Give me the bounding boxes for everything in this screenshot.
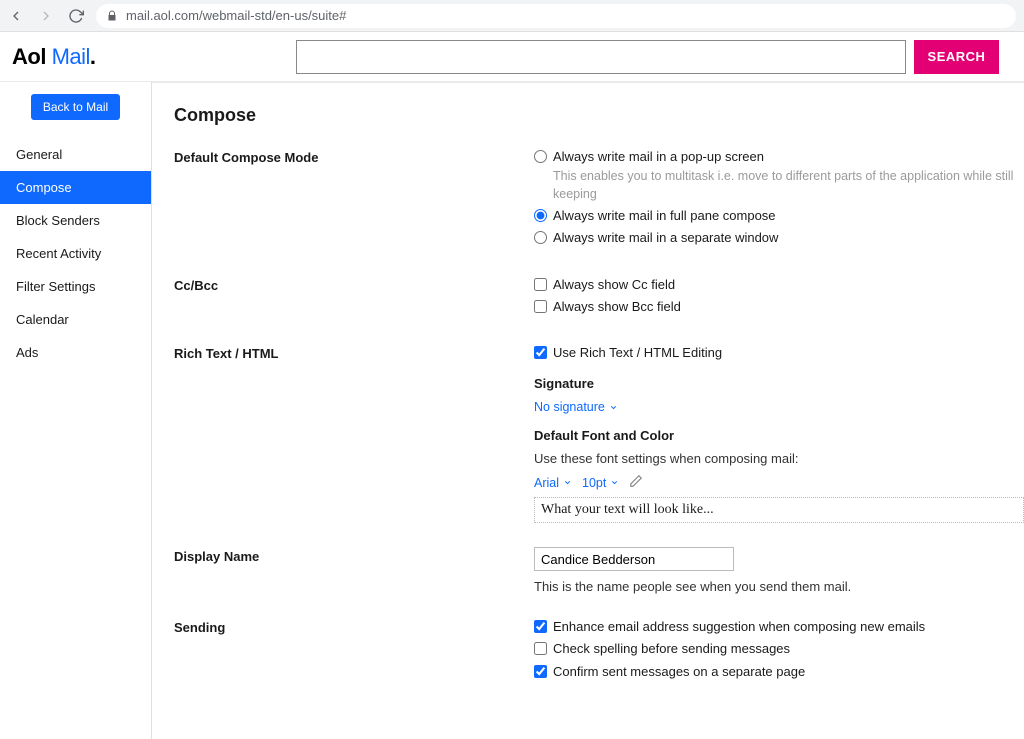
lock-icon	[106, 10, 118, 22]
chevron-down-icon	[609, 403, 618, 412]
sidebar-item-block-senders[interactable]: Block Senders	[0, 204, 151, 237]
font-family-dropdown[interactable]: Arial	[534, 476, 572, 490]
browser-chrome: mail.aol.com/webmail-std/en-us/suite#	[0, 0, 1024, 32]
sidebar-item-filter-settings[interactable]: Filter Settings	[0, 270, 151, 303]
page-title: Compose	[174, 105, 1024, 126]
signature-dropdown[interactable]: No signature	[534, 400, 618, 414]
aol-mail-logo: Aol Mail.	[12, 44, 96, 70]
font-heading: Default Font and Color	[534, 428, 1024, 443]
forward-icon[interactable]	[38, 8, 54, 24]
section-label-compose-mode: Default Compose Mode	[174, 148, 534, 252]
display-name-input[interactable]	[534, 547, 734, 571]
sidebar-item-general[interactable]: General	[0, 138, 151, 171]
settings-content: Compose Default Compose Mode Always writ…	[152, 82, 1024, 739]
search-input[interactable]	[296, 40, 906, 74]
back-icon[interactable]	[8, 8, 24, 24]
chevron-down-icon	[610, 478, 619, 487]
app-header: Aol Mail. SEARCH	[0, 32, 1024, 82]
sidebar-item-calendar[interactable]: Calendar	[0, 303, 151, 336]
sidebar-item-recent-activity[interactable]: Recent Activity	[0, 237, 151, 270]
search-button[interactable]: SEARCH	[914, 40, 1000, 74]
checkbox-enhance-suggestion[interactable]: Enhance email address suggestion when co…	[534, 618, 1024, 636]
font-description: Use these font settings when composing m…	[534, 451, 1024, 466]
settings-sidebar: Back to Mail GeneralComposeBlock Senders…	[0, 82, 152, 739]
sidebar-item-compose[interactable]: Compose	[0, 171, 151, 204]
section-label-richtext: Rich Text / HTML	[174, 344, 534, 523]
back-to-mail-button[interactable]: Back to Mail	[31, 94, 120, 120]
checkbox-spellcheck[interactable]: Check spelling before sending messages	[534, 640, 1024, 658]
reload-icon[interactable]	[68, 8, 84, 24]
checkbox-show-bcc[interactable]: Always show Bcc field	[534, 298, 1024, 316]
radio-full-pane[interactable]: Always write mail in full pane compose	[534, 207, 1024, 225]
font-size-dropdown[interactable]: 10pt	[582, 476, 619, 490]
display-name-hint: This is the name people see when you sen…	[534, 579, 1024, 594]
url-text: mail.aol.com/webmail-std/en-us/suite#	[126, 8, 346, 23]
chevron-down-icon	[563, 478, 572, 487]
checkbox-confirm-sent[interactable]: Confirm sent messages on a separate page	[534, 663, 1024, 681]
sidebar-item-ads[interactable]: Ads	[0, 336, 151, 369]
signature-heading: Signature	[534, 376, 1024, 391]
font-preview: What your text will look like...	[534, 497, 1024, 523]
radio-separate-window[interactable]: Always write mail in a separate window	[534, 229, 1024, 247]
section-label-ccbcc: Cc/Bcc	[174, 276, 534, 320]
checkbox-use-richtext[interactable]: Use Rich Text / HTML Editing	[534, 344, 1024, 362]
pencil-icon[interactable]	[629, 474, 643, 491]
section-label-displayname: Display Name	[174, 547, 534, 594]
radio-popup[interactable]: Always write mail in a pop-up screen Thi…	[534, 148, 1024, 203]
checkbox-show-cc[interactable]: Always show Cc field	[534, 276, 1024, 294]
address-bar[interactable]: mail.aol.com/webmail-std/en-us/suite#	[96, 4, 1016, 28]
